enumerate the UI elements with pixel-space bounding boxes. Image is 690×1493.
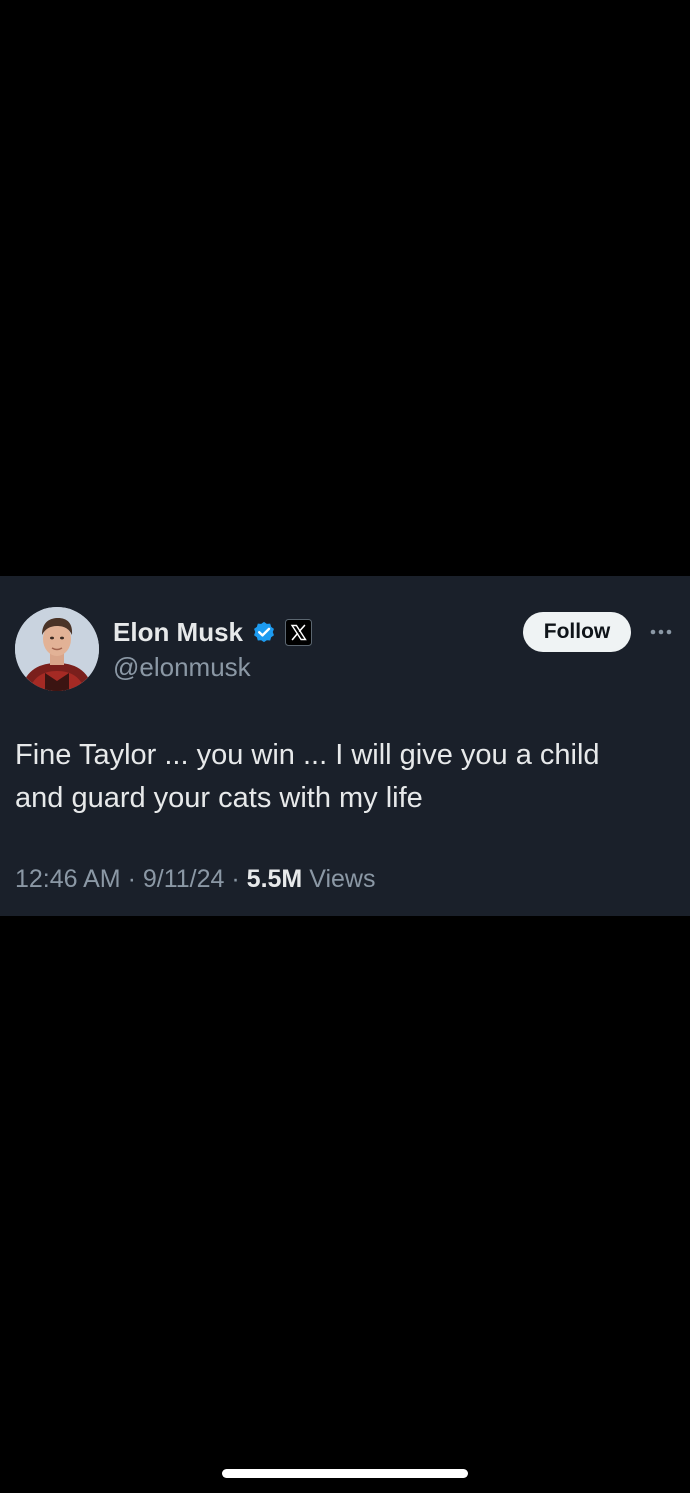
screen: Elon Musk @elonmusk Follow Fine Taylor .… [0,0,690,1493]
views-count[interactable]: 5.5M [247,865,303,893]
author-display-name[interactable]: Elon Musk [113,615,243,649]
tweet-date[interactable]: 9/11/24 [143,865,225,893]
avatar[interactable] [15,607,99,691]
tweet-text: Fine Taylor ... you win ... I will give … [15,734,675,820]
tweet-meta: 12:46 AM · 9/11/24 · 5.5M Views [15,862,375,896]
author-name-row: Elon Musk [113,614,313,650]
x-logo-icon[interactable] [285,618,313,646]
tweet-text-line: Fine Taylor ... you win ... I will give … [15,739,600,771]
verified-checkmark-icon [251,619,277,645]
home-indicator[interactable] [222,1469,468,1478]
meta-separator: · [231,865,240,893]
author-handle[interactable]: @elonmusk [113,650,251,684]
avatar-image [15,607,99,691]
tweet-time[interactable]: 12:46 AM [15,865,121,893]
meta-separator: · [127,865,136,893]
follow-button[interactable]: Follow [523,612,631,652]
more-options-icon[interactable] [647,620,675,644]
views-label: Views [309,865,376,893]
tweet-card[interactable]: Elon Musk @elonmusk Follow Fine Taylor .… [0,576,690,916]
tweet-text-line: and guard your cats with my life [15,782,423,814]
